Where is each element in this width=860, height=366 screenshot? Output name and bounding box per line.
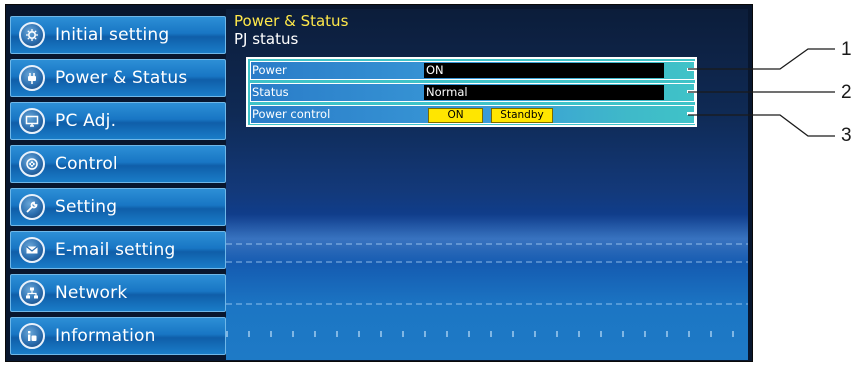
- callout-number-2: 2: [841, 82, 852, 103]
- callout-number-1: 1: [841, 39, 852, 60]
- callout-number-3: 3: [841, 125, 852, 146]
- callout-lines: [688, 48, 835, 137]
